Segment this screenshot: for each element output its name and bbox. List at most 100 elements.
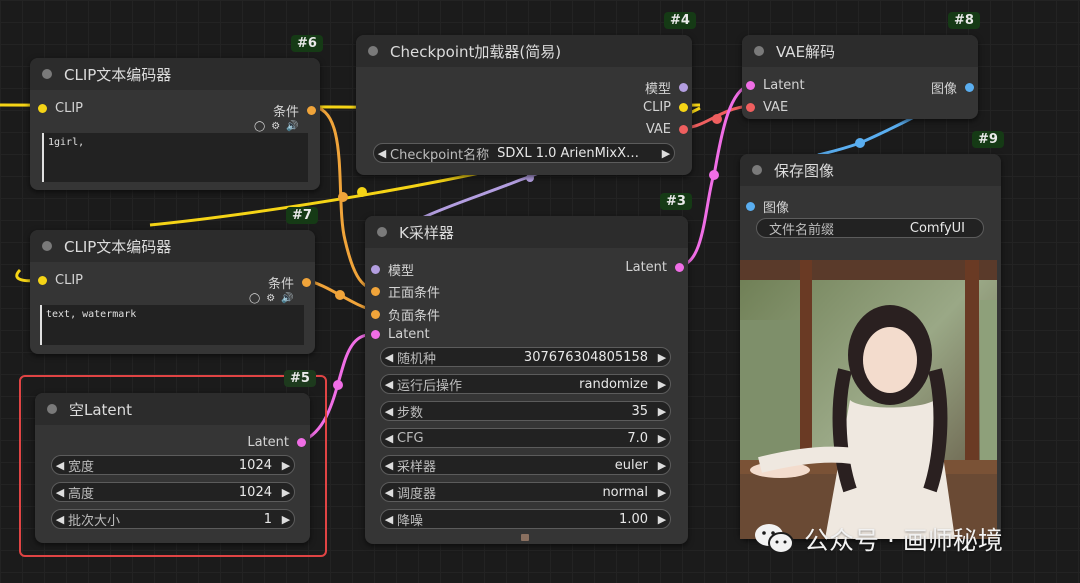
output-image-port[interactable]: 图像 — [931, 78, 974, 97]
node-toolbar: ◯ ⚙ 🔊 — [254, 121, 299, 132]
arrow-left-icon[interactable]: ◀ — [381, 459, 397, 472]
output-conditioning-port[interactable]: 条件 — [268, 273, 311, 292]
node-id-badge: #5 — [284, 370, 316, 387]
output-latent-port[interactable]: Latent — [625, 260, 684, 275]
arrow-right-icon[interactable]: ▶ — [658, 147, 674, 160]
generated-image-preview[interactable] — [740, 260, 997, 539]
collapse-dot-icon[interactable] — [368, 46, 378, 56]
collapse-dot-icon[interactable] — [752, 165, 762, 175]
node-header[interactable]: 保存图像 — [740, 154, 1001, 186]
node-header[interactable]: CLIP文本编码器 — [30, 58, 320, 90]
node-title: K采样器 — [399, 223, 454, 242]
node-id-badge: #7 — [286, 207, 318, 224]
output-conditioning-port[interactable]: 条件 — [273, 101, 316, 120]
collapse-dot-icon[interactable] — [42, 69, 52, 79]
arrow-left-icon[interactable]: ◀ — [374, 147, 390, 160]
seed-widget[interactable]: ◀ 随机种 307676304805158 ▶ — [380, 347, 671, 367]
arrow-left-icon[interactable]: ◀ — [381, 513, 397, 526]
collapse-dot-icon[interactable] — [377, 227, 387, 237]
portrait-image — [740, 260, 997, 539]
vae-decode-node-8[interactable]: VAE解码 Latent VAE 图像 — [742, 35, 978, 119]
node-id-badge: #8 — [948, 12, 980, 29]
node-title: VAE解码 — [776, 42, 836, 61]
speaker-icon[interactable]: 🔊 — [286, 121, 298, 132]
input-image-port[interactable]: 图像 — [746, 197, 789, 216]
output-latent-port[interactable]: Latent — [247, 435, 306, 450]
input-vae-port[interactable]: VAE — [746, 100, 788, 115]
arrow-right-icon[interactable]: ▶ — [654, 378, 670, 391]
sampler-widget[interactable]: ◀ 采样器 euler ▶ — [380, 455, 671, 475]
batch-size-widget[interactable]: ◀ 批次大小 1 ▶ — [51, 509, 295, 529]
filename-prefix-field[interactable]: 文件名前缀 ComfyUI — [756, 218, 984, 238]
node-id-badge: #4 — [664, 12, 696, 29]
prompt-textarea[interactable]: 1girl, — [42, 133, 308, 182]
arrow-right-icon[interactable]: ▶ — [654, 405, 670, 418]
cfg-widget[interactable]: ◀ CFG 7.0 ▶ — [380, 428, 671, 448]
node-toolbar: ◯ ⚙ 🔊 — [249, 293, 294, 304]
checkpoint-loader-node-4[interactable]: Checkpoint加载器(简易) 模型 CLIP VAE ◀ Checkpoi… — [356, 35, 692, 175]
collapse-dot-icon[interactable] — [42, 241, 52, 251]
arrow-left-icon[interactable]: ◀ — [52, 459, 68, 472]
scheduler-widget[interactable]: ◀ 调度器 normal ▶ — [380, 482, 671, 502]
ksampler-node-3[interactable]: K采样器 模型 正面条件 负面条件 Latent Latent ◀ 随机种 3076… — [365, 216, 688, 544]
clip-text-encode-node-6[interactable]: CLIP文本编码器 CLIP 条件 ◯ ⚙ 🔊 1girl, — [30, 58, 320, 190]
node-id-badge: #3 — [660, 193, 692, 210]
gear-icon[interactable]: ⚙ — [271, 121, 280, 132]
output-model-port[interactable]: 模型 — [645, 78, 688, 97]
prompt-textarea[interactable]: text, watermark — [40, 305, 304, 345]
speaker-icon[interactable]: 🔊 — [281, 293, 293, 304]
arrow-right-icon[interactable]: ▶ — [654, 513, 670, 526]
arrow-right-icon[interactable]: ▶ — [654, 432, 670, 445]
arrow-right-icon[interactable]: ▶ — [654, 459, 670, 472]
collapse-dot-icon[interactable] — [47, 404, 57, 414]
node-title: CLIP文本编码器 — [64, 237, 172, 256]
arrow-right-icon[interactable]: ▶ — [654, 351, 670, 364]
arrow-left-icon[interactable]: ◀ — [52, 486, 68, 499]
node-header[interactable]: K采样器 — [365, 216, 688, 248]
height-widget[interactable]: ◀ 高度 1024 ▶ — [51, 482, 295, 502]
input-latent-port[interactable]: Latent — [371, 327, 430, 342]
arrow-left-icon[interactable]: ◀ — [381, 351, 397, 364]
output-vae-port[interactable]: VAE — [646, 122, 688, 137]
resize-handle-icon[interactable] — [521, 534, 529, 541]
node-id-badge: #9 — [972, 131, 1004, 148]
clip-text-encode-node-7[interactable]: CLIP文本编码器 CLIP 条件 ◯ ⚙ 🔊 text, watermark — [30, 230, 315, 354]
watermark-text: 公众号 · 画师秘境 — [804, 526, 1003, 555]
arrow-right-icon[interactable]: ▶ — [654, 486, 670, 499]
arrow-left-icon[interactable]: ◀ — [52, 513, 68, 526]
denoise-widget[interactable]: ◀ 降噪 1.00 ▶ — [380, 509, 671, 529]
arrow-right-icon[interactable]: ▶ — [278, 513, 294, 526]
input-clip-port[interactable]: CLIP — [38, 101, 83, 116]
checkpoint-name-combo[interactable]: ◀ Checkpoint名称 SDXL 1.0 ArienMixX… ▶ — [373, 143, 675, 163]
arrow-left-icon[interactable]: ◀ — [381, 432, 397, 445]
arrow-left-icon[interactable]: ◀ — [381, 405, 397, 418]
node-title: CLIP文本编码器 — [64, 65, 172, 84]
wechat-icon — [755, 524, 794, 554]
input-positive-port[interactable]: 正面条件 — [371, 282, 440, 301]
circle-icon[interactable]: ◯ — [249, 293, 260, 304]
node-header[interactable]: CLIP文本编码器 — [30, 230, 315, 262]
node-title: Checkpoint加载器(简易) — [390, 42, 562, 61]
arrow-left-icon[interactable]: ◀ — [381, 486, 397, 499]
steps-widget[interactable]: ◀ 步数 35 ▶ — [380, 401, 671, 421]
input-latent-port[interactable]: Latent — [746, 78, 805, 93]
save-image-node-9[interactable]: 保存图像 图像 文件名前缀 ComfyUI — [740, 154, 1001, 539]
input-model-port[interactable]: 模型 — [371, 260, 414, 279]
collapse-dot-icon[interactable] — [754, 46, 764, 56]
node-title: 空Latent — [69, 400, 133, 419]
circle-icon[interactable]: ◯ — [254, 121, 265, 132]
empty-latent-node-5[interactable]: 空Latent Latent ◀ 宽度 1024 ▶ ◀ 高度 1024 ▶ ◀ 批次大小 1 ▶ — [35, 393, 310, 543]
node-header[interactable]: VAE解码 — [742, 35, 978, 67]
arrow-left-icon[interactable]: ◀ — [381, 378, 397, 391]
input-clip-port[interactable]: CLIP — [38, 273, 83, 288]
arrow-right-icon[interactable]: ▶ — [278, 486, 294, 499]
arrow-right-icon[interactable]: ▶ — [278, 459, 294, 472]
output-clip-port[interactable]: CLIP — [643, 100, 688, 115]
width-widget[interactable]: ◀ 宽度 1024 ▶ — [51, 455, 295, 475]
input-negative-port[interactable]: 负面条件 — [371, 305, 440, 324]
watermark: 公众号 · 画师秘境 — [754, 521, 1003, 557]
gear-icon[interactable]: ⚙ — [266, 293, 275, 304]
node-header[interactable]: 空Latent — [35, 393, 310, 425]
node-header[interactable]: Checkpoint加载器(简易) — [356, 35, 692, 67]
control-after-generate-widget[interactable]: ◀ 运行后操作 randomize ▶ — [380, 374, 671, 394]
